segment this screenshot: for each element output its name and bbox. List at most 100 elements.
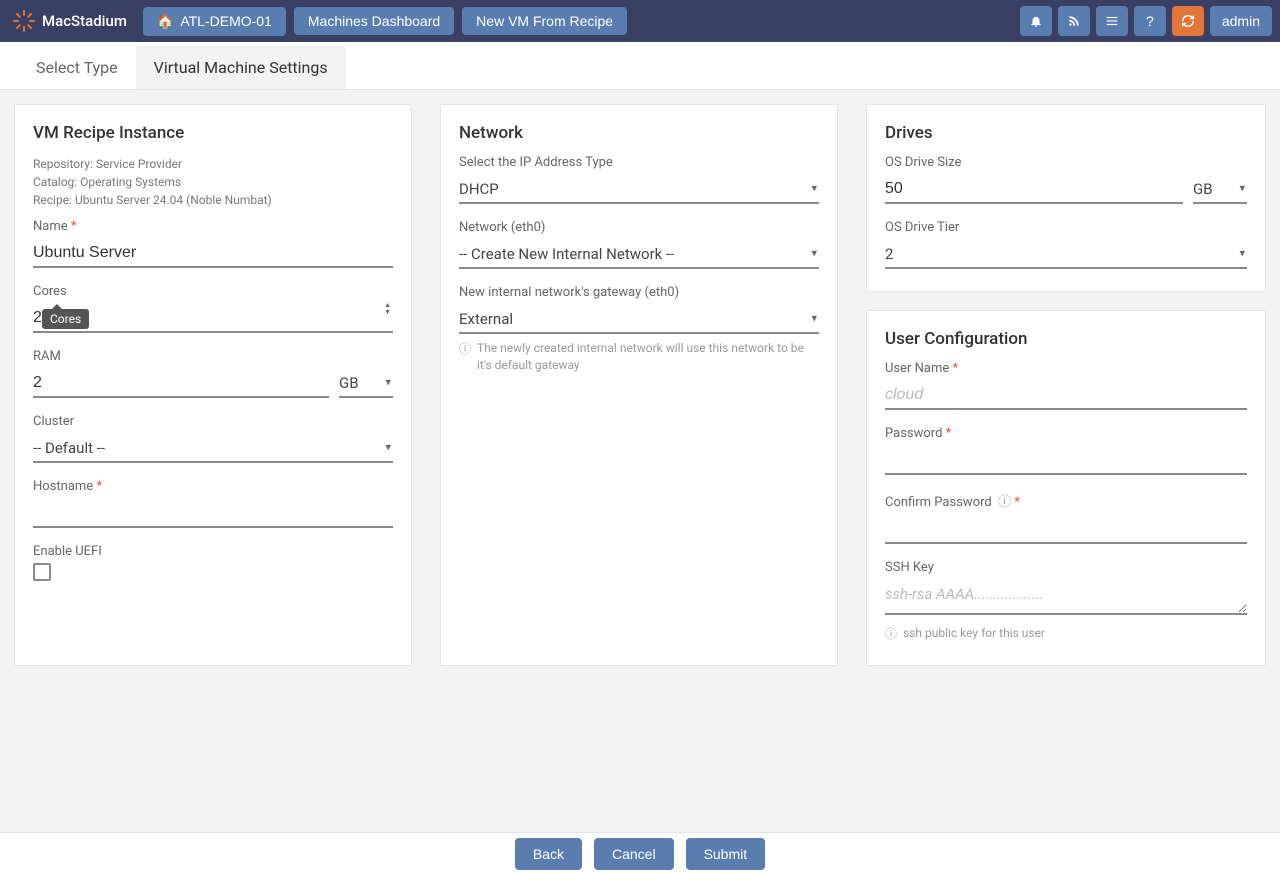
top-nav: MacStadium 🏠 ATL-DEMO-01 Machines Dashbo… [0, 0, 1280, 42]
home-icon: 🏠 [157, 13, 174, 30]
network-eth0-select[interactable]: -- Create New Internal Network -- ▾ [459, 239, 819, 269]
machines-dashboard-button[interactable]: Machines Dashboard [294, 7, 454, 35]
chevron-down-icon: ▾ [811, 247, 817, 260]
wizard-tabs: Select Type Virtual Machine Settings [0, 42, 1280, 90]
password-label: Password * [885, 426, 1247, 441]
network-title: Network [459, 123, 819, 143]
submit-button[interactable]: Submit [686, 838, 766, 870]
cores-spinner[interactable]: ▲▼ [382, 302, 393, 316]
chevron-down-icon: ▾ [1239, 247, 1245, 260]
drives-card: Drives OS Drive Size GB ▾ OS Drive Tier … [866, 104, 1266, 292]
chevron-down-icon: ▾ [385, 441, 391, 454]
username-field: User Name * [885, 361, 1247, 410]
username-label: User Name * [885, 361, 1247, 376]
drive-size-input[interactable] [885, 174, 1183, 204]
home-nav-button[interactable]: 🏠 ATL-DEMO-01 [143, 7, 286, 36]
brand-logo: MacStadium [8, 9, 135, 33]
ip-type-select[interactable]: DHCP ▾ [459, 174, 819, 204]
brand-text: MacStadium [42, 12, 127, 30]
name-label: Name * [33, 219, 393, 234]
drive-size-unit-value: GB [1193, 180, 1213, 198]
confirm-password-input[interactable] [885, 514, 1247, 544]
notifications-icon[interactable] [1020, 6, 1052, 36]
cores-label: Cores [33, 284, 393, 299]
ram-input[interactable] [33, 368, 329, 398]
drive-tier-select[interactable]: 2 ▾ [885, 239, 1247, 269]
network-eth0-value: -- Create New Internal Network -- [459, 245, 674, 263]
ip-type-label: Select the IP Address Type [459, 155, 819, 170]
username-input[interactable] [885, 380, 1247, 410]
list-icon[interactable] [1096, 6, 1128, 36]
password-input[interactable] [885, 445, 1247, 475]
network-eth0-label: Network (eth0) [459, 220, 819, 235]
cluster-select[interactable]: -- Default -- ▾ [33, 433, 393, 463]
ram-label: RAM [33, 349, 393, 364]
confirm-password-field: Confirm Password ⓘ * [885, 491, 1247, 544]
refresh-icon[interactable] [1172, 6, 1204, 36]
ssh-key-label: SSH Key [885, 560, 1247, 575]
rss-icon[interactable] [1058, 6, 1090, 36]
cancel-button[interactable]: Cancel [594, 838, 674, 870]
new-vm-button[interactable]: New VM From Recipe [462, 7, 627, 35]
tab-select-type[interactable]: Select Type [18, 46, 136, 89]
cluster-value: -- Default -- [33, 439, 105, 457]
drive-tier-label: OS Drive Tier [885, 220, 1247, 235]
hostname-input[interactable] [33, 498, 393, 528]
gateway-select[interactable]: External ▾ [459, 304, 819, 334]
info-icon: ⓘ [459, 341, 471, 358]
back-button[interactable]: Back [515, 838, 582, 870]
drive-tier-field: OS Drive Tier 2 ▾ [885, 220, 1247, 269]
drive-tier-value: 2 [885, 245, 893, 263]
cores-tooltip: Cores [42, 309, 89, 329]
content-area: VM Recipe Instance Repository: Service P… [0, 90, 1280, 680]
ssh-hint: ⓘ ssh public key for this user [885, 625, 1247, 643]
chevron-down-icon: ▾ [1239, 182, 1245, 195]
drives-title: Drives [885, 123, 1247, 143]
gateway-hint-text: The newly created internal network will … [477, 340, 819, 374]
network-card: Network Select the IP Address Type DHCP … [440, 104, 838, 666]
recipe-meta: Repository: Service Provider Catalog: Op… [33, 155, 393, 209]
drive-size-field: OS Drive Size GB ▾ [885, 155, 1247, 204]
name-input[interactable] [33, 238, 393, 268]
drive-size-unit-select[interactable]: GB ▾ [1193, 174, 1247, 204]
wizard-footer: Back Cancel Submit [0, 832, 1280, 874]
uefi-field: Enable UEFI [33, 544, 393, 581]
recipe-line: Recipe: Ubuntu Server 24.04 (Noble Numba… [33, 191, 393, 209]
info-icon: ⓘ [885, 626, 897, 643]
info-icon: ⓘ [998, 495, 1011, 510]
sun-icon [12, 9, 36, 33]
cluster-label: Cluster [33, 414, 393, 429]
chevron-down-icon: ▾ [811, 312, 817, 325]
password-field: Password * [885, 426, 1247, 475]
catalog-line: Catalog: Operating Systems [33, 173, 393, 191]
admin-button[interactable]: admin [1210, 6, 1272, 36]
chevron-down-icon: ▾ [811, 182, 817, 195]
ram-unit-value: GB [339, 374, 359, 392]
gateway-value: External [459, 310, 513, 328]
cluster-field: Cluster -- Default -- ▾ [33, 414, 393, 463]
ip-type-field: Select the IP Address Type DHCP ▾ [459, 155, 819, 204]
right-column: Drives OS Drive Size GB ▾ OS Drive Tier … [866, 104, 1266, 666]
vm-recipe-title: VM Recipe Instance [33, 123, 393, 143]
repo-line: Repository: Service Provider [33, 155, 393, 173]
confirm-password-label: Confirm Password ⓘ * [885, 491, 1247, 510]
ssh-key-field: SSH Key [885, 560, 1247, 619]
ram-unit-select[interactable]: GB ▾ [339, 368, 393, 398]
name-field: Name * [33, 219, 393, 268]
gateway-field: New internal network's gateway (eth0) Ex… [459, 285, 819, 334]
nav-right: ? admin [1020, 6, 1272, 36]
tab-vm-settings[interactable]: Virtual Machine Settings [136, 46, 346, 89]
ssh-key-input[interactable] [885, 579, 1247, 615]
vm-recipe-card: VM Recipe Instance Repository: Service P… [14, 104, 412, 666]
hostname-label: Hostname * [33, 479, 393, 494]
drive-size-label: OS Drive Size [885, 155, 1247, 170]
gateway-hint: ⓘ The newly created internal network wil… [459, 340, 819, 374]
ram-field: RAM GB ▾ [33, 349, 393, 398]
user-config-card: User Configuration User Name * Password … [866, 310, 1266, 666]
chevron-down-icon: ▾ [385, 376, 391, 389]
uefi-checkbox[interactable] [33, 563, 51, 581]
ip-type-value: DHCP [459, 180, 499, 198]
help-icon[interactable]: ? [1134, 6, 1166, 36]
hostname-field: Hostname * [33, 479, 393, 528]
ssh-hint-text: ssh public key for this user [903, 625, 1045, 642]
